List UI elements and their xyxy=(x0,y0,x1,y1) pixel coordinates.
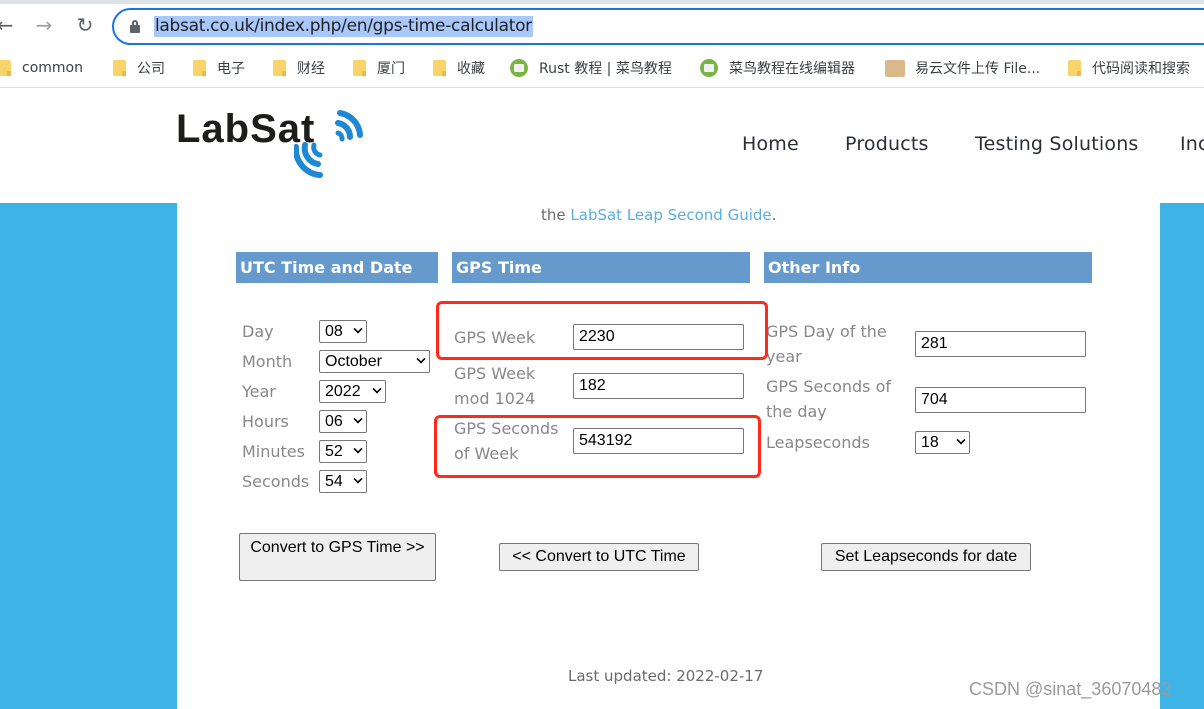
chevron-down-icon xyxy=(956,435,966,445)
year-label: Year xyxy=(242,382,276,401)
forward-arrow-icon: → xyxy=(35,13,53,37)
bookmark-electronics[interactable]: 电子 xyxy=(193,58,245,78)
hours-label: Hours xyxy=(242,412,289,431)
bookmark-xiamen[interactable]: 厦门 xyxy=(353,58,405,78)
bookmark-favorites[interactable]: 收藏 xyxy=(433,58,485,78)
folder-icon xyxy=(193,60,206,76)
lock-icon[interactable] xyxy=(130,20,140,33)
bookmarks-bar: common 公司 电子 财经 厦门 收藏 Rust 教程 | 菜鸟教程 菜鸟教… xyxy=(0,50,1204,88)
bookmark-runoob-editor[interactable]: 菜鸟教程在线编辑器 xyxy=(700,58,855,78)
right-blue-margin xyxy=(1160,203,1204,709)
gps-week-mod-label: GPS Week mod 1024 xyxy=(454,364,536,408)
bookmark-common[interactable]: common xyxy=(0,58,83,78)
chevron-down-icon xyxy=(353,324,363,334)
folder-icon xyxy=(433,60,446,76)
reload-icon: ↻ xyxy=(76,13,94,37)
set-leapseconds-button[interactable]: Set Leapseconds for date xyxy=(821,543,1031,571)
site-header: LabSat Home Products Testing Solutions I… xyxy=(0,89,1204,203)
gps-heading: GPS Time xyxy=(452,252,750,283)
back-button[interactable]: ← xyxy=(0,12,18,38)
chevron-down-icon xyxy=(353,414,363,424)
last-updated-text: Last updated: 2022-02-17 xyxy=(568,667,764,685)
nav-products[interactable]: Products xyxy=(845,133,929,155)
seconds-label: Seconds xyxy=(242,472,310,491)
bookmark-rust-tutorial[interactable]: Rust 教程 | 菜鸟教程 xyxy=(510,58,672,78)
leapseconds-label: Leapseconds xyxy=(766,433,870,452)
chevron-down-icon xyxy=(416,354,426,364)
highlight-gps-seconds-of-week xyxy=(434,415,761,478)
gps-day-of-year-label: GPS Day of the year xyxy=(766,322,887,366)
gps-seconds-of-day-label: GPS Seconds of the day xyxy=(766,377,892,421)
url-text[interactable]: labsat.co.uk/index.php/en/gps-time-calcu… xyxy=(154,16,533,37)
gps-week-mod-input[interactable]: 182 xyxy=(573,373,744,399)
labsat-logo[interactable]: LabSat xyxy=(176,107,366,182)
runoob-icon xyxy=(700,59,718,77)
leap-second-guide-link[interactable]: LabSat Leap Second Guide xyxy=(570,206,771,224)
tab-strip xyxy=(0,0,1204,4)
highlight-gps-week xyxy=(436,301,768,360)
chevron-down-icon xyxy=(372,384,382,394)
hours-select[interactable]: 06 xyxy=(319,410,367,433)
forward-button[interactable]: → xyxy=(31,12,57,38)
csdn-watermark: CSDN @sinat_36070482 xyxy=(969,679,1172,699)
nav-testing-solutions[interactable]: Testing Solutions xyxy=(975,133,1139,155)
month-select[interactable]: October xyxy=(319,350,430,373)
folder-icon xyxy=(0,60,11,76)
year-select[interactable]: 2022 xyxy=(319,380,386,403)
folder-icon xyxy=(1068,60,1081,76)
bookmark-file-upload[interactable]: 易云文件上传 File... xyxy=(885,58,1040,78)
left-blue-margin xyxy=(0,203,177,709)
chevron-down-icon xyxy=(353,444,363,454)
folder-icon xyxy=(273,60,286,76)
other-info-heading: Other Info xyxy=(764,252,1092,283)
back-arrow-icon: ← xyxy=(0,13,14,37)
address-bar[interactable]: labsat.co.uk/index.php/en/gps-time-calcu… xyxy=(112,8,1204,45)
gps-day-of-year-input[interactable]: 281 xyxy=(915,331,1086,357)
folder-icon xyxy=(113,60,126,76)
bookmark-code-search[interactable]: 代码阅读和搜索 xyxy=(1068,58,1190,78)
seconds-select[interactable]: 54 xyxy=(319,470,367,493)
nav-home[interactable]: Home xyxy=(742,133,799,155)
runoob-icon xyxy=(510,59,528,77)
utc-heading: UTC Time and Date xyxy=(236,252,438,283)
reload-button[interactable]: ↻ xyxy=(72,12,98,38)
convert-to-utc-button[interactable]: << Convert to UTC Time xyxy=(499,543,699,571)
folder-icon xyxy=(353,60,366,76)
minutes-select[interactable]: 52 xyxy=(319,440,367,463)
month-label: Month xyxy=(242,352,293,371)
day-select[interactable]: 08 xyxy=(319,320,367,343)
signal-waves-icon xyxy=(294,110,363,178)
browser-toolbar: ← → ↻ labsat.co.uk/index.php/en/gps-time… xyxy=(0,0,1204,50)
bookmark-finance[interactable]: 财经 xyxy=(273,58,325,78)
nav-industries[interactable]: Inc xyxy=(1180,133,1204,155)
gps-seconds-of-day-input[interactable]: 704 xyxy=(915,387,1086,413)
minutes-label: Minutes xyxy=(242,442,305,461)
convert-to-gps-button[interactable]: Convert to GPS Time >> xyxy=(239,533,436,581)
ftp-folder-icon xyxy=(885,59,905,77)
bookmark-company[interactable]: 公司 xyxy=(113,58,165,78)
intro-text: the LabSat Leap Second Guide. xyxy=(541,206,777,224)
chevron-down-icon xyxy=(353,474,363,484)
leapseconds-select[interactable]: 18 xyxy=(915,431,970,454)
day-label: Day xyxy=(242,322,274,341)
